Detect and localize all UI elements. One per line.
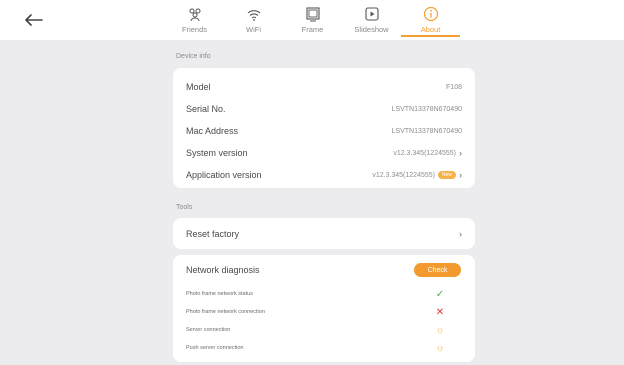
tab-friends[interactable]: Friends [165,3,224,37]
check-button[interactable]: Check [414,263,461,277]
row-value: LSVTN13378N670490 [391,127,462,135]
device-row-system-version[interactable]: System version v12.3.345(1224555) › [173,142,475,164]
row-label: Application version [186,170,262,180]
device-row-app-version[interactable]: Application version v12.3.345(1224555) N… [173,164,475,186]
section-title-device-info: Device info [176,53,211,60]
arrow-left-icon [25,14,43,26]
device-row-mac: Mac Address LSVTN13378N670490 [173,120,475,142]
chevron-right-icon: › [459,148,462,158]
diag-label: Photo frame network status [186,291,253,297]
chevron-right-icon: › [459,170,462,180]
tab-bar: Friends WiFi Frame Slideshow About [165,3,460,39]
top-nav-bar: Friends WiFi Frame Slideshow About [0,0,624,40]
diag-row-push-server: Push server connection ☼ [173,339,475,357]
loading-icon: ☼ [435,342,445,354]
tab-frame[interactable]: Frame [283,3,342,37]
row-value: F108 [446,83,462,91]
info-icon [423,6,438,22]
row-value: v12.3.345(1224555) [372,171,435,179]
tab-wifi[interactable]: WiFi [224,3,283,37]
row-label: Reset factory [186,228,240,239]
row-label: Serial No. [186,104,226,114]
row-value: LSVTN13378N670490 [391,105,462,113]
row-label: Network diagnosis [186,265,260,275]
frame-icon [305,7,320,22]
cross-icon: ✕ [435,306,445,318]
tab-label: About [420,25,441,34]
tools-card: Reset factory › [173,218,475,249]
tab-label: WiFi [246,25,261,34]
row-value-wrap: v12.3.345(1224555) › [393,148,462,158]
diag-label: Photo frame network connection [186,309,265,315]
back-button[interactable] [24,10,44,30]
tab-label: Slideshow [354,25,389,34]
check-mark-icon: ✓ [435,288,445,300]
section-title-tools: Tools [176,204,193,211]
content-area: Device info Model F108 Serial No. LSVTN1… [10,40,614,365]
diag-row-network-connection: Photo frame network connection ✕ [173,303,475,321]
chevron-right-icon: › [459,228,462,239]
row-label: System version [186,148,248,158]
device-info-card: Model F108 Serial No. LSVTN13378N670490 … [173,68,475,188]
loading-icon: ☼ [435,324,445,336]
diag-label: Server connection [186,327,231,333]
row-value-wrap: › [456,229,462,239]
slideshow-icon [364,7,379,21]
network-diagnosis-card: Network diagnosis Check Photo frame netw… [173,255,475,362]
diag-row-network-status: Photo frame network status ✓ [173,285,475,303]
device-row-serial: Serial No. LSVTN13378N670490 [173,98,475,120]
row-label: Model [186,82,211,92]
row-label: Mac Address [186,126,239,136]
diag-row-server-connection: Server connection ☼ [173,321,475,339]
wifi-icon [247,10,260,21]
new-badge: New [437,171,456,179]
row-value-wrap: v12.3.345(1224555) New › [372,170,462,180]
tab-slideshow[interactable]: Slideshow [342,3,401,37]
diag-label: Push server connection [186,345,244,351]
row-value: v12.3.345(1224555) [393,149,456,157]
tab-label: Friends [181,25,207,34]
device-row-model: Model F108 [173,76,475,98]
tab-label: Frame [301,25,324,34]
reset-factory-row[interactable]: Reset factory › [173,218,475,249]
friends-icon [189,8,200,22]
tab-about[interactable]: About [401,3,460,37]
